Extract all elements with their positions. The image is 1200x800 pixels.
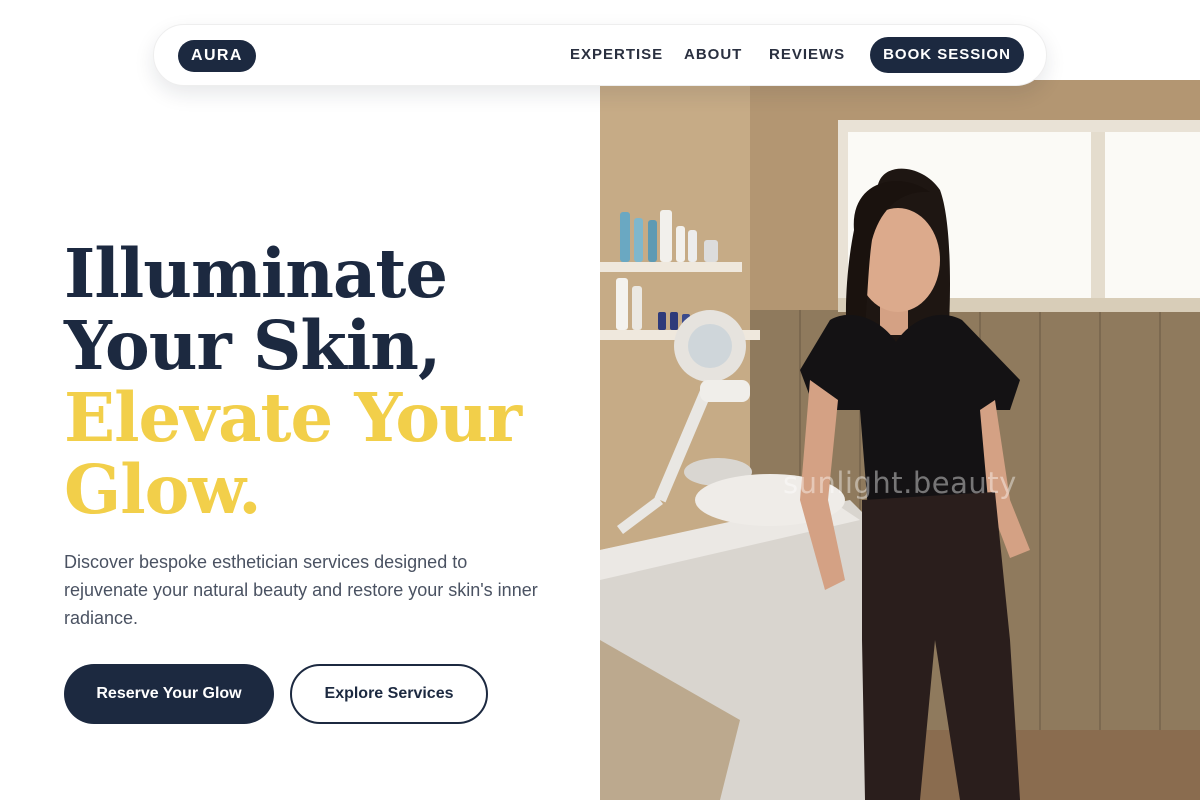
headline-line-1: Illuminate (64, 234, 448, 313)
nav-link-expertise[interactable]: EXPERTISE (570, 45, 663, 65)
top-navigation: AURA EXPERTISE ABOUT REVIEWS BOOK SESSIO… (153, 24, 1047, 86)
headline-line-2: Your Skin, (64, 306, 441, 385)
brand-logo[interactable]: AURA (178, 40, 256, 72)
headline-accent-line-1: Elevate Your (64, 378, 522, 457)
hero-photo: sunlight.beauty (600, 80, 1200, 800)
esthetician-portrait-image (600, 80, 1200, 800)
reserve-your-glow-button[interactable]: Reserve Your Glow (64, 664, 274, 724)
nav-link-reviews[interactable]: REVIEWS (769, 45, 845, 65)
hero-description: Discover bespoke esthetician services de… (64, 552, 538, 628)
book-session-button[interactable]: BOOK SESSION (870, 37, 1024, 73)
headline-accent-line-2: Glow. (64, 450, 262, 529)
image-watermark: sunlight.beauty (783, 466, 1017, 500)
explore-services-button[interactable]: Explore Services (290, 664, 488, 724)
nav-link-about[interactable]: ABOUT (684, 45, 742, 65)
hero-headline: Illuminate Your Skin, Elevate Your Glow. (64, 234, 522, 529)
